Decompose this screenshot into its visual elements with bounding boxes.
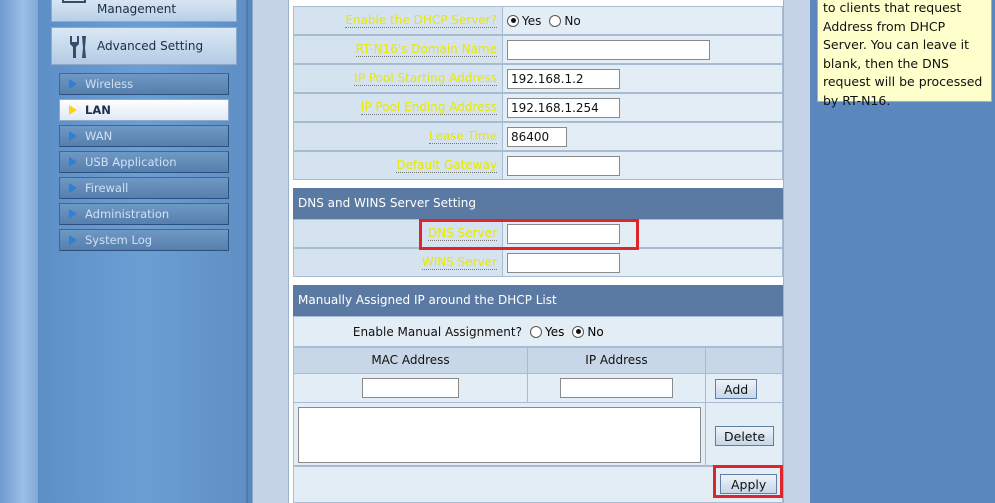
help-text-line: by RT-N16. [823, 92, 891, 108]
advanced-setting-label: Advanced Setting [97, 39, 204, 53]
sidebar-item-lan[interactable]: LAN [59, 99, 229, 121]
apply-row: Apply [293, 466, 783, 503]
lease-time-cell [503, 122, 783, 151]
ip-pool-start-label: IP Pool Starting Address [293, 64, 503, 93]
domain-name-cell [503, 35, 783, 64]
sidebar-item-administration[interactable]: Administration [59, 203, 229, 225]
help-text-line: to clients that request [823, 0, 962, 15]
mac-input-cell [293, 373, 528, 403]
enable-dhcp-value: Yes No [503, 6, 783, 35]
nav-list: Wireless LAN WAN USB Application Firewal… [59, 73, 229, 255]
sidebar-item-label: WAN [85, 129, 113, 143]
lease-time-input[interactable] [507, 126, 567, 147]
sidebar-item-wan[interactable]: WAN [59, 125, 229, 147]
add-cell: Add [705, 373, 783, 403]
ip-pool-start-input[interactable] [507, 68, 620, 89]
management-icon [62, 0, 86, 3]
enable-dhcp-label: Enable the DHCP Server? [293, 6, 503, 35]
row-default-gateway: Default Gateway [293, 151, 783, 180]
ip-address-input[interactable] [560, 378, 673, 398]
manual-no-radio[interactable] [572, 325, 585, 338]
arrow-right-icon [69, 105, 77, 115]
sidebar-item-label: LAN [85, 103, 111, 117]
manual-assignment-section-header: Manually Assigned IP around the DHCP Lis… [293, 285, 783, 316]
mac-address-input[interactable] [362, 378, 459, 398]
management-label: Management [97, 2, 177, 16]
ip-pool-start-cell [503, 64, 783, 93]
domain-name-input[interactable] [507, 39, 710, 60]
management-button[interactable]: Management [51, 0, 237, 22]
ip-pool-end-input[interactable] [507, 97, 620, 118]
row-domain-name: RT-N16's Domain Name [293, 35, 783, 64]
row-ip-pool-end: IP Pool Ending Address [293, 93, 783, 122]
ip-address-column-header: IP Address [527, 347, 706, 374]
sidebar-item-label: Wireless [85, 77, 134, 91]
ip-pool-end-cell [503, 93, 783, 122]
manual-list-box[interactable] [298, 407, 701, 463]
arrow-right-icon [69, 183, 77, 193]
arrow-right-icon [69, 79, 77, 89]
default-gateway-label: Default Gateway [293, 151, 503, 180]
help-text-line: blank, then the DNS [823, 55, 949, 71]
manual-list-cell [293, 402, 706, 466]
default-gateway-cell [503, 151, 783, 180]
arrow-right-icon [69, 157, 77, 167]
dns-wins-section-header: DNS and WINS Server Setting [293, 188, 783, 219]
sidebar-item-firewall[interactable]: Firewall [59, 177, 229, 199]
dhcp-yes-radio[interactable] [507, 14, 519, 27]
sidebar: Management Advanced Setting Wireless LAN… [38, 0, 248, 503]
help-text-line: Address from DHCP [823, 18, 946, 34]
wins-server-label: WINS Server [293, 248, 503, 277]
sidebar-item-wireless[interactable]: Wireless [59, 73, 229, 95]
row-wins-server: WINS Server [293, 248, 783, 277]
help-text-line: Server. You can leave it [823, 37, 969, 52]
row-enable-dhcp: Enable the DHCP Server? Yes No [293, 6, 783, 35]
sidebar-item-label: System Log [85, 233, 153, 247]
left-edge-strip [0, 0, 38, 503]
advanced-setting-button[interactable]: Advanced Setting [51, 27, 237, 65]
ip-input-cell [527, 373, 706, 403]
delete-cell: Delete [705, 402, 783, 466]
lease-time-label: Lease Time [293, 122, 503, 151]
manual-enable-label: Enable Manual Assignment? [352, 324, 522, 339]
row-lease-time: Lease Time [293, 122, 783, 151]
default-gateway-input[interactable] [507, 155, 620, 176]
action-column-header [705, 347, 783, 374]
manual-enable-row: Enable Manual Assignment? Yes No [293, 316, 783, 347]
sidebar-item-system-log[interactable]: System Log [59, 229, 229, 251]
sidebar-item-label: USB Application [85, 155, 177, 169]
sidebar-item-label: Firewall [85, 181, 129, 195]
delete-button[interactable]: Delete [715, 426, 775, 446]
help-text-line: request will be processed [823, 74, 983, 89]
manual-yes-radio[interactable] [530, 325, 542, 338]
wins-server-cell [503, 248, 783, 277]
domain-name-label: RT-N16's Domain Name [293, 35, 503, 64]
add-button[interactable]: Add [715, 379, 758, 399]
help-tooltip: to clients that request Address from DHC… [817, 0, 992, 108]
mac-address-column-header: MAC Address [293, 347, 528, 374]
arrow-right-icon [69, 209, 77, 219]
dhcp-no-radio[interactable] [549, 14, 562, 27]
arrow-right-icon [69, 131, 77, 141]
row-ip-pool-start: IP Pool Starting Address [293, 64, 783, 93]
dns-server-highlight [419, 219, 639, 250]
sidebar-item-usb-application[interactable]: USB Application [59, 151, 229, 173]
sidebar-item-label: Administration [85, 207, 170, 221]
arrow-right-icon [69, 235, 77, 245]
apply-highlight [713, 465, 783, 498]
ip-pool-end-label: IP Pool Ending Address [293, 93, 503, 122]
tools-icon [70, 36, 86, 58]
wins-server-input[interactable] [507, 252, 620, 273]
